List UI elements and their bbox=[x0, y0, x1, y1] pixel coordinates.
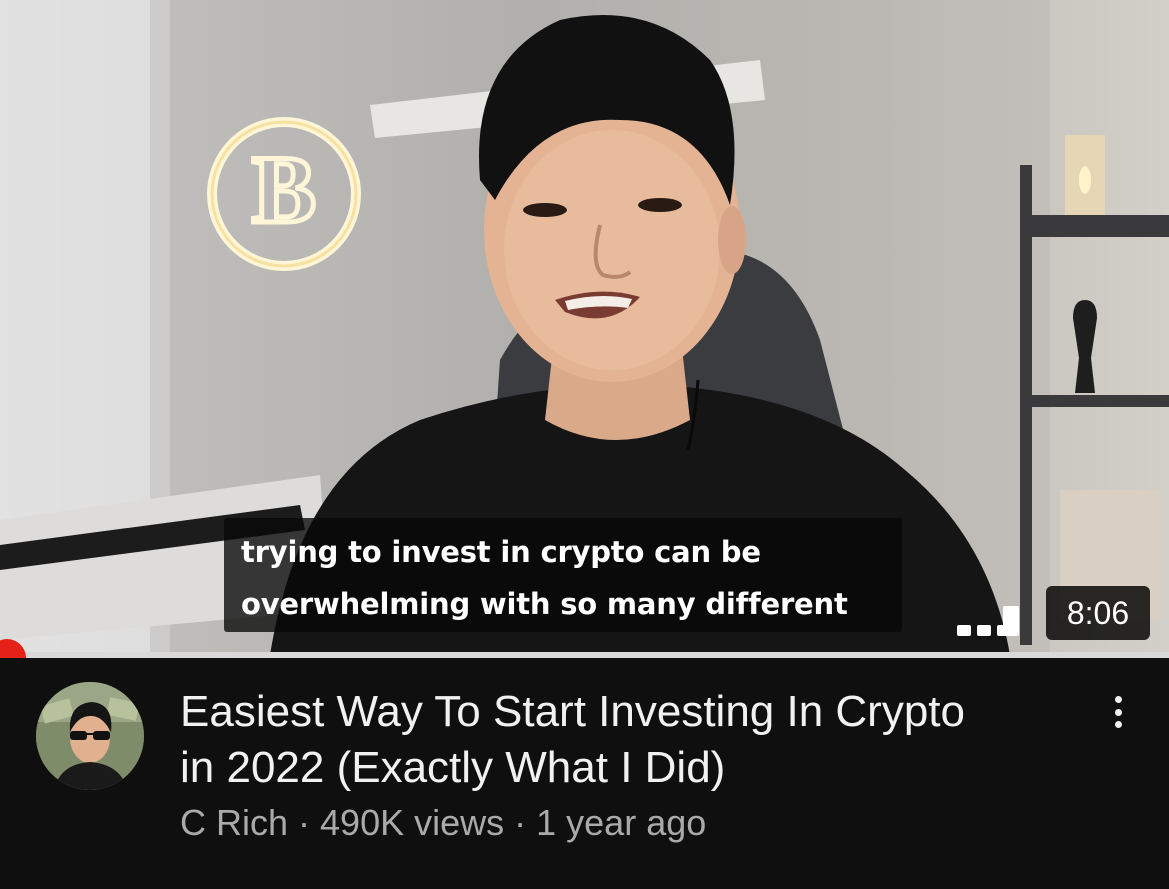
title-line: Easiest Way To Start Investing In Crypto bbox=[180, 687, 965, 736]
video-meta: C Rich · 490K views · 1 year ago bbox=[180, 802, 706, 844]
channel-avatar[interactable] bbox=[36, 682, 144, 790]
view-count: 490K views bbox=[320, 802, 505, 843]
title-line: in 2022 (Exactly What I Did) bbox=[180, 743, 726, 792]
more-vert-icon[interactable] bbox=[1100, 692, 1136, 732]
caption-line: trying to invest in crypto can be bbox=[241, 535, 761, 569]
avatar-image bbox=[36, 682, 144, 790]
video-info[interactable]: Easiest Way To Start Investing In Crypto… bbox=[0, 658, 1169, 889]
upload-age: 1 year ago bbox=[536, 802, 707, 843]
channel-name[interactable]: C Rich bbox=[180, 802, 288, 843]
video-title[interactable]: Easiest Way To Start Investing In Crypto… bbox=[180, 684, 1080, 796]
meta-separator: · bbox=[288, 802, 321, 843]
svg-text:B: B bbox=[252, 136, 316, 243]
video-thumbnail[interactable]: B trying to invest in crypto can be over… bbox=[0, 0, 1169, 655]
closed-captions: trying to invest in crypto can be overwh… bbox=[224, 518, 902, 632]
meta-separator: · bbox=[504, 802, 537, 843]
signal-strength-icon bbox=[957, 606, 1019, 636]
duration-badge: 8:06 bbox=[1046, 586, 1150, 640]
caption-line: overwhelming with so many different bbox=[241, 587, 848, 621]
